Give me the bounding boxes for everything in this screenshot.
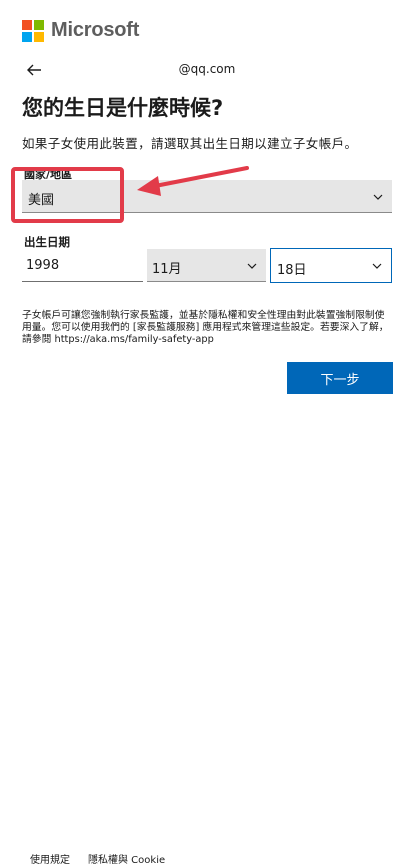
chevron-down-icon	[247, 263, 257, 269]
birth-year-input[interactable]: 1998	[22, 249, 143, 282]
microsoft-logo-icon	[22, 19, 44, 42]
annotation-arrow	[137, 166, 249, 196]
chevron-down-icon	[373, 194, 383, 200]
terms-link[interactable]: 使用規定	[30, 851, 70, 866]
page-description: 如果子女使用此裝置，請選取其出生日期以建立子女帳戶。	[22, 136, 358, 151]
dob-label: 出生日期	[24, 235, 70, 249]
birth-month-value: 11月	[152, 262, 182, 277]
brand-name: Microsoft	[51, 19, 140, 41]
birth-month-select[interactable]: 11月	[147, 249, 266, 282]
family-safety-notice: 子女帳戶可讓您強制執行家長監護，並基於隱私權和安全性理由對此裝置強制限制使用量。…	[22, 310, 389, 345]
account-identity: @qq.com	[178, 62, 236, 76]
annotation-highlight-box	[11, 167, 124, 223]
birth-day-value: 18日	[277, 263, 307, 278]
microsoft-logo: Microsoft	[22, 19, 139, 42]
next-button[interactable]: 下一步	[287, 362, 393, 394]
birth-year-value: 1998	[26, 258, 60, 273]
privacy-link[interactable]: 隱私權與 Cookie	[88, 851, 165, 866]
page-title: 您的生日是什麼時候?	[22, 96, 224, 120]
footer: 使用規定 隱私權與 Cookie	[30, 851, 165, 866]
chevron-down-icon	[372, 263, 382, 269]
birth-day-select[interactable]: 18日	[270, 248, 392, 283]
